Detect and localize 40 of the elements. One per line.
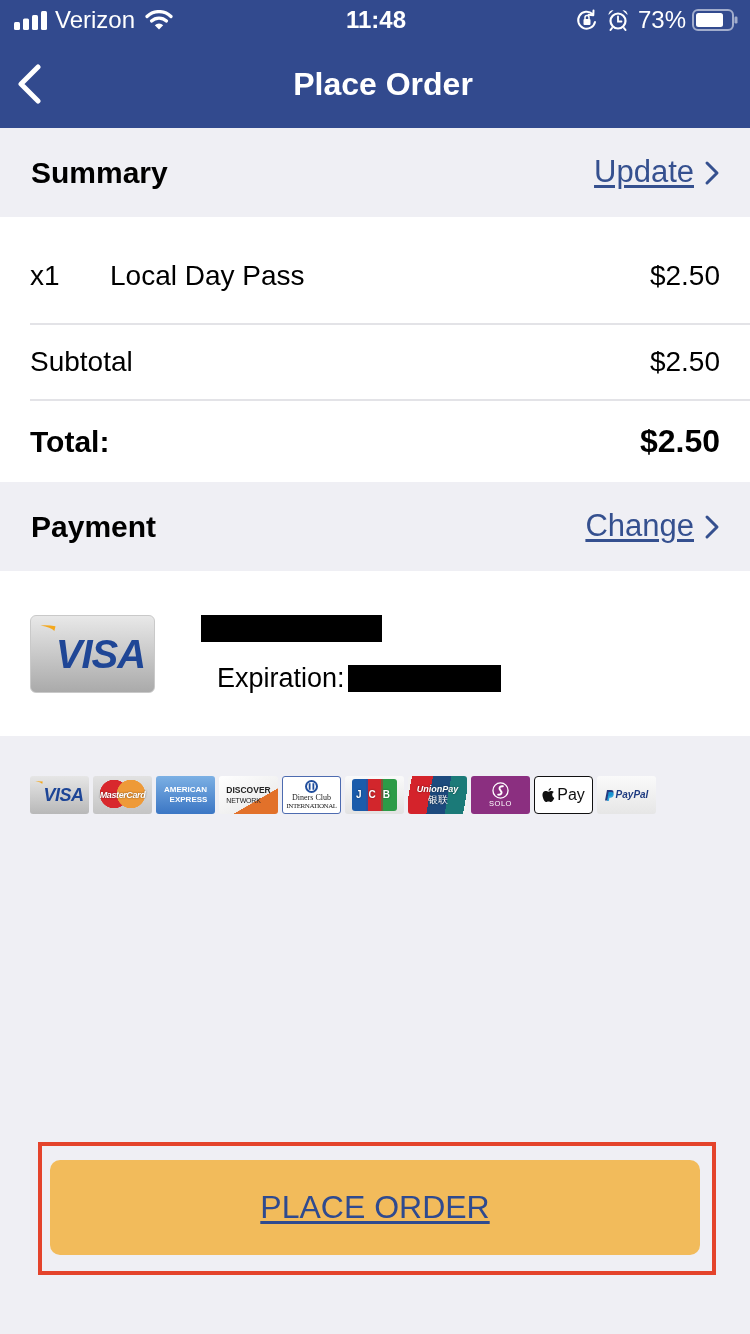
battery-percentage: 73% bbox=[637, 8, 686, 32]
brand-name: AMERICAN bbox=[163, 786, 208, 794]
chevron-right-icon bbox=[704, 159, 720, 186]
update-link[interactable]: Update bbox=[594, 155, 720, 190]
rotation-lock-icon bbox=[575, 9, 598, 31]
brand-tagline: EXPRESS bbox=[169, 796, 208, 804]
brand-name: DISCOVER bbox=[226, 786, 271, 795]
ring-icon bbox=[492, 782, 509, 800]
item-quantity: x1 bbox=[30, 260, 61, 292]
swoosh-icon bbox=[35, 780, 44, 784]
alarm-clock-icon bbox=[606, 9, 629, 31]
brand-name: PayPal bbox=[615, 790, 649, 800]
screen-title: Place Order bbox=[293, 68, 473, 100]
change-link[interactable]: Change bbox=[585, 509, 720, 544]
total-label: Total: bbox=[30, 425, 111, 458]
wifi-icon bbox=[145, 10, 174, 30]
brand-name: VISA bbox=[43, 786, 84, 804]
carrier-name: Verizon bbox=[55, 8, 136, 32]
brand-name: Diners Club bbox=[292, 794, 331, 802]
signal-bars-icon bbox=[14, 10, 47, 30]
circle-emblem-icon bbox=[305, 780, 318, 793]
chevron-right-icon bbox=[704, 513, 720, 540]
paypal-mark-icon bbox=[604, 789, 614, 801]
brand-name: Pay bbox=[557, 787, 585, 803]
card-brand: VISA bbox=[55, 633, 146, 674]
swoosh-icon bbox=[39, 625, 56, 632]
back-icon[interactable] bbox=[16, 64, 42, 104]
section-title: Payment bbox=[31, 511, 157, 542]
place-order-button[interactable]: PLACE ORDER bbox=[50, 1160, 700, 1255]
item-name: Local Day Pass bbox=[110, 260, 306, 292]
apple-icon bbox=[542, 787, 556, 803]
battery-icon bbox=[692, 9, 738, 31]
item-price: $2.50 bbox=[649, 260, 720, 292]
subtotal-amount: $2.50 bbox=[649, 346, 720, 378]
subtotal-label: Subtotal bbox=[30, 346, 134, 378]
section-title: Summary bbox=[31, 157, 168, 188]
brand-tagline: 银联 bbox=[427, 795, 448, 805]
expiration-label: Expiration: bbox=[217, 665, 345, 692]
status-time: 11:48 bbox=[345, 8, 407, 32]
total-amount: $2.50 bbox=[639, 423, 720, 460]
